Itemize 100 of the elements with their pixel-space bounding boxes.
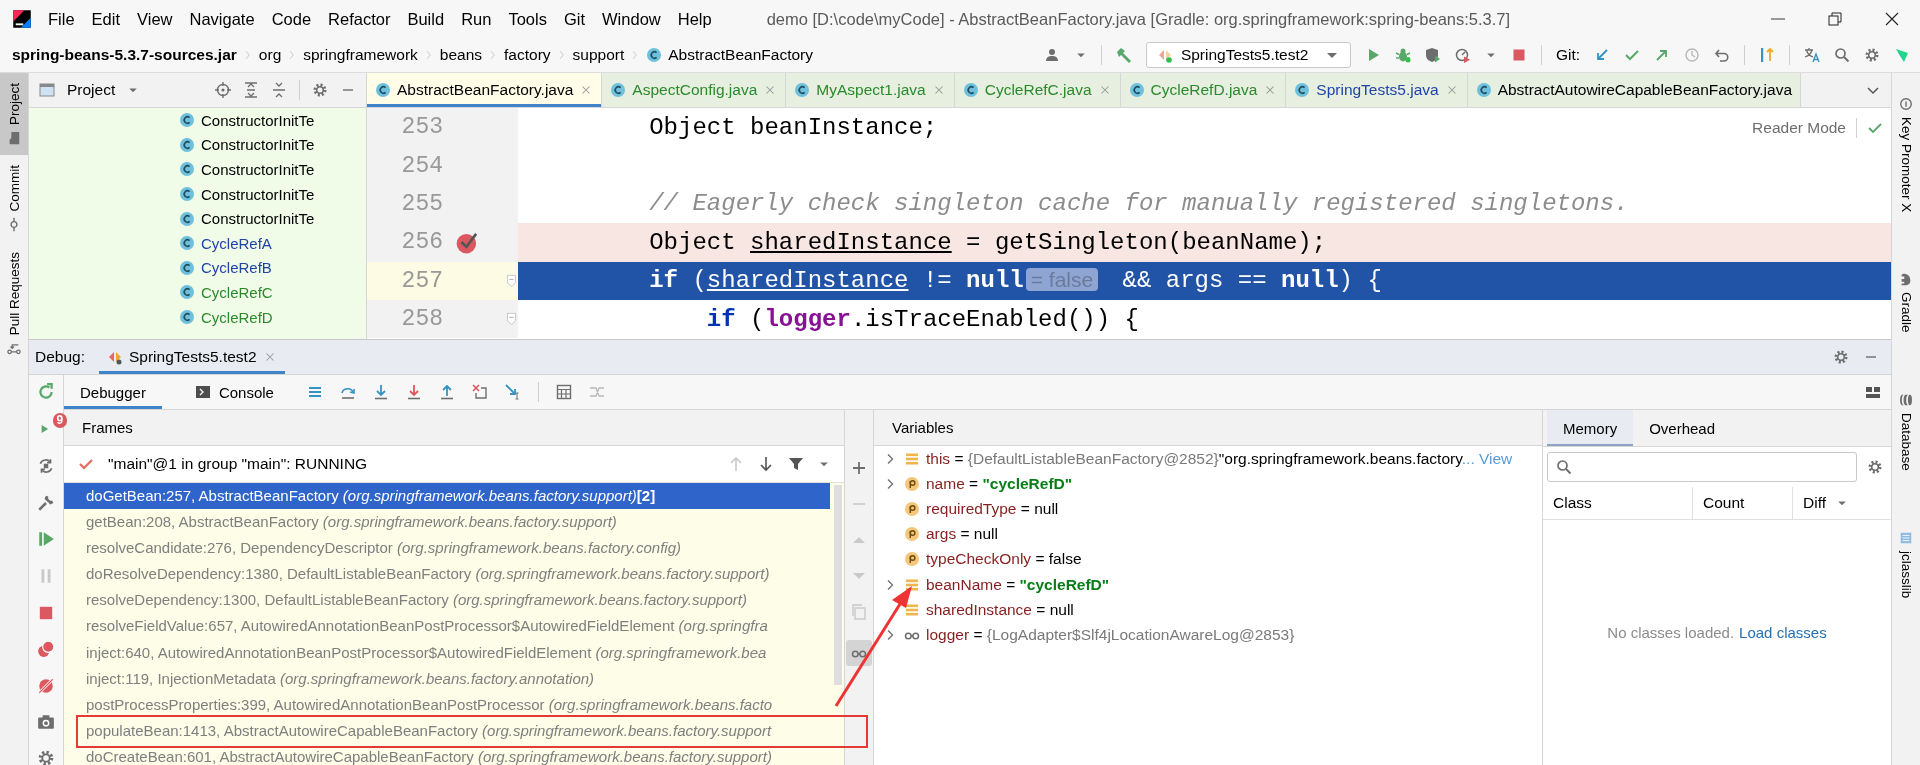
editor-tab[interactable]: AbstractBeanFactory.java (367, 73, 603, 107)
breakpoints-icon[interactable] (37, 640, 55, 658)
menu-item[interactable]: Code (271, 9, 312, 29)
tree-item[interactable]: ConstructorInitTe (201, 111, 315, 129)
scrollbar[interactable] (834, 485, 842, 685)
tool-window-button[interactable]: Database (1892, 382, 1920, 481)
stack-frame[interactable]: inject:119, InjectionMetadata (org.springframework.beans.factory.annotation) (64, 665, 830, 692)
tree-item[interactable]: CycleRefB (201, 259, 272, 277)
evaluate-icon[interactable] (555, 384, 572, 400)
editor-tab[interactable]: MyAspect1.java (786, 73, 955, 107)
tree-item[interactable]: ConstructorInitTe (201, 161, 315, 178)
settings-icon[interactable] (312, 82, 328, 98)
resume-icon[interactable] (37, 530, 55, 548)
tool-window-button[interactable]: Project (0, 73, 28, 156)
settings-icon[interactable] (1833, 349, 1849, 365)
column-header[interactable]: Count (1693, 487, 1793, 519)
settings-icon[interactable] (37, 749, 55, 765)
commit-icon[interactable] (1624, 47, 1640, 63)
tree-item[interactable]: CycleRefC (201, 283, 273, 301)
history-icon[interactable] (1684, 47, 1700, 63)
stack-frame[interactable]: postProcessProperties:399, AutowiredAnnotationBeanPostProcessor (org.springframework.beans.facto (64, 691, 830, 718)
breadcrumb-item[interactable]: springframework (303, 46, 418, 64)
search-icon[interactable] (1834, 47, 1850, 63)
fold-marker-icon[interactable] (505, 273, 518, 288)
push-icon[interactable] (1654, 47, 1670, 63)
stack-frame[interactable]: doCreateBean:601, AbstractAutowireCapableBeanFactory (org.springframework.beans.factory.support) (64, 743, 830, 765)
stack-frame[interactable]: doResolveDependency:1380, DefaultListableBeanFactory (org.springframework.beans.factory.support) (64, 561, 830, 588)
variable-entry[interactable]: sharedInstance = null (926, 600, 1074, 619)
plus-icon[interactable] (851, 460, 867, 476)
watches-toggle[interactable] (846, 640, 872, 666)
tree-item[interactable]: ConstructorInitTe (201, 185, 315, 203)
editor-tab[interactable]: CycleRefD.java (1120, 73, 1287, 107)
tool-window-button[interactable]: Pull Requests (0, 241, 28, 365)
down-arrow-icon[interactable] (758, 456, 774, 472)
stack-frame[interactable]: resolveCandidate:276, DependencyDescriptor (org.springframework.beans.factory.config) (64, 535, 830, 562)
breadcrumb-item[interactable]: spring-beans-5.3.7-sources.jar (12, 46, 237, 64)
debug-icon[interactable] (1394, 47, 1411, 63)
user-icon[interactable] (1044, 47, 1061, 63)
search-field[interactable] (1547, 452, 1857, 482)
tool-window-button[interactable]: Key Promoter X (1892, 87, 1920, 223)
camera-icon[interactable] (37, 713, 55, 731)
wrench-icon[interactable] (37, 494, 55, 512)
locate-icon[interactable] (215, 82, 231, 98)
stack-frame[interactable]: resolveDependency:1300, DefaultListableBeanFactory (org.springframework.beans.factory.support) (64, 587, 830, 614)
tree-item[interactable]: ConstructorInitTe (201, 136, 315, 154)
stack-frame[interactable]: populateBean:1413, AbstractAutowireCapableBeanFactory (org.springframework.beans.factory.support (64, 717, 830, 744)
variable-entry[interactable]: name = "cycleRefD" (926, 474, 1073, 493)
debug-tab[interactable]: Debugger (64, 375, 162, 409)
rerun-icon[interactable] (37, 383, 55, 401)
variable-entry[interactable]: requiredType = null (926, 499, 1059, 518)
profiler-icon[interactable] (1454, 47, 1471, 63)
editor-tab[interactable]: AspectConfig.java (602, 73, 787, 107)
pull-icon[interactable] (1759, 47, 1775, 63)
variable-entry[interactable]: args = null (926, 525, 998, 544)
stack-frame[interactable]: inject:640, AutowiredAnnotationBeanPostProcessor$AutowiredFieldElement (org.springframework.bea (64, 639, 830, 666)
memory-tab[interactable]: Memory (1547, 410, 1634, 446)
menu-item[interactable]: File (48, 9, 75, 29)
layout-icon[interactable] (1865, 384, 1881, 400)
stack-frame[interactable]: resolveFieldValue:657, AutowiredAnnotationBeanPostProcessor$AutowiredFieldElement (org.springfra (64, 613, 830, 640)
coverage-icon[interactable] (1424, 47, 1441, 63)
fold-marker-icon[interactable] (505, 312, 518, 327)
expand-all-icon[interactable] (243, 82, 259, 98)
frames-list-icon[interactable] (306, 384, 323, 400)
tool-window-button[interactable]: Commit (0, 155, 28, 242)
stop-icon[interactable] (37, 604, 55, 622)
drop-frame-icon[interactable] (471, 384, 488, 400)
memory-tab[interactable]: Overhead (1633, 410, 1732, 446)
translate-icon[interactable] (1804, 47, 1820, 63)
menu-item[interactable]: Build (407, 9, 445, 29)
menu-item[interactable]: Git (563, 9, 586, 29)
menu-item[interactable]: Edit (91, 9, 121, 29)
editor-tab[interactable]: SpringTests5.java (1286, 73, 1468, 107)
project-view-selector[interactable]: Project (67, 81, 116, 99)
variable-entry[interactable]: this = {DefaultListableBeanFactory@2852}"org.springframework.beans.factory... View (926, 449, 1513, 468)
reader-mode-link[interactable]: Reader Mode (1752, 119, 1846, 137)
menu-item[interactable]: View (137, 9, 173, 29)
menu-item[interactable]: Refactor (328, 9, 391, 29)
menu-item[interactable]: Navigate (189, 9, 255, 29)
trace-icon[interactable] (588, 384, 605, 400)
rollback-icon[interactable] (1714, 47, 1730, 63)
breadcrumb-item[interactable]: AbstractBeanFactory (668, 46, 813, 64)
variable-entry[interactable]: beanName = "cycleRefD" (926, 575, 1110, 594)
thread-selector[interactable]: "main"@1 in group "main": RUNNING (108, 455, 368, 473)
variable-entry[interactable]: logger = {LogAdapter$Slf4jLocationAwareLog@2853} (926, 625, 1295, 644)
editor-tab[interactable]: CycleRefC.java (954, 73, 1121, 107)
load-classes-link[interactable]: Load classes (1739, 624, 1827, 641)
toolbox-icon[interactable] (1894, 47, 1910, 63)
variable-entry[interactable]: typeCheckOnly = false (926, 550, 1082, 569)
menu-item[interactable]: Tools (508, 9, 547, 29)
tree-item[interactable]: CycleRefD (201, 308, 273, 326)
menu-item[interactable]: Run (461, 9, 492, 29)
settings-icon[interactable] (1867, 459, 1883, 475)
hammer-icon[interactable] (1115, 47, 1132, 63)
breadcrumb-item[interactable]: factory (504, 46, 551, 64)
menu-item[interactable]: Help (677, 9, 712, 29)
breadcrumb-item[interactable]: beans (439, 46, 483, 64)
breadcrumb-item[interactable]: support (572, 46, 625, 64)
update-icon[interactable] (1594, 47, 1610, 63)
tool-window-button[interactable]: Gradle (1892, 262, 1920, 343)
stack-frame[interactable]: getBean:208, AbstractBeanFactory (org.springframework.beans.factory.support) (64, 509, 830, 536)
